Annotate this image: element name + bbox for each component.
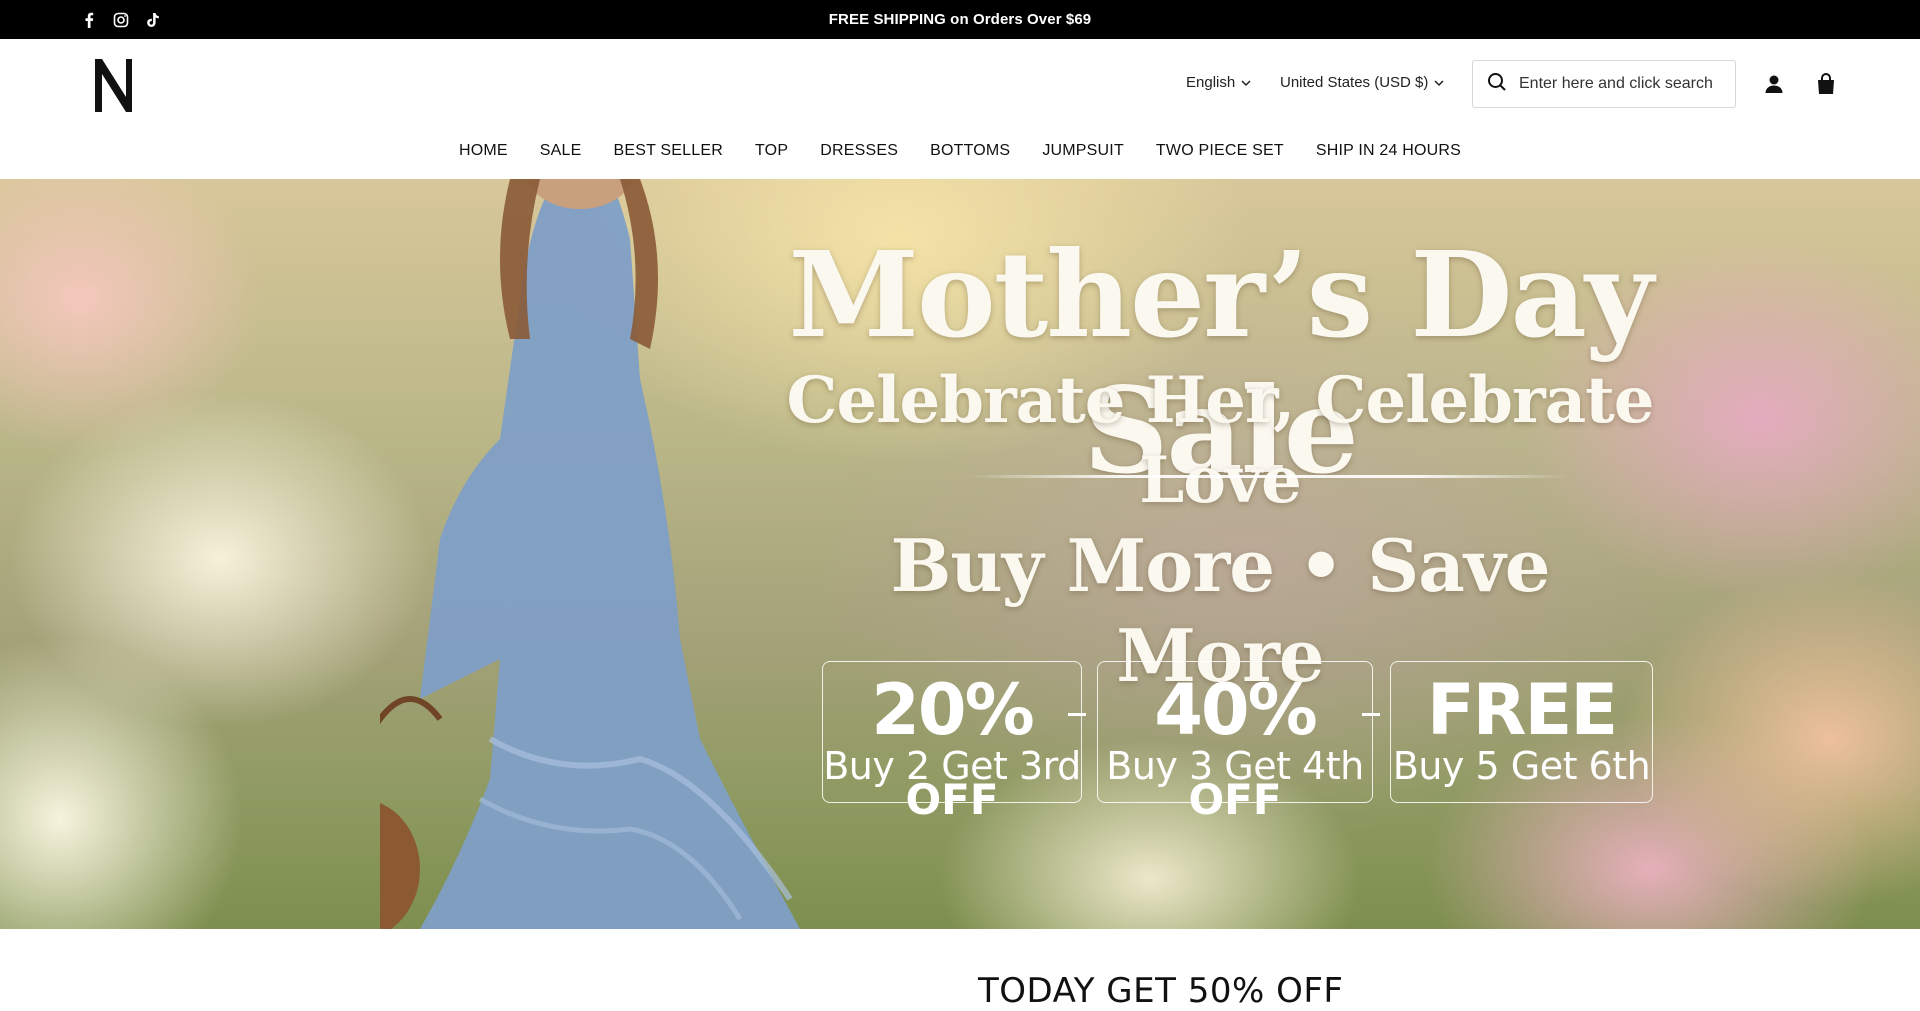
hero-subtitle: Celebrate Her, Celebrate Love [786,363,1655,518]
offer-card: 40% OFF Buy 3 Get 4th [1097,661,1373,824]
nav-sale[interactable]: SALE [524,139,598,163]
offer-condition: Buy 3 Get 4th [1106,744,1364,788]
nav-home[interactable]: HOME [443,139,524,163]
nav-best-seller[interactable]: BEST SELLER [597,139,739,163]
cart-bag-icon[interactable] [1814,72,1838,96]
offer-card: 20% OFF Buy 2 Get 3rd [822,661,1082,824]
language-value: English [1186,73,1236,91]
nav-bottoms[interactable]: BOTTOMS [914,139,1026,163]
currency-selector[interactable]: United States (USD $) [1280,72,1444,92]
offer-discount: FREE [1426,669,1618,751]
nav-jumpsuit[interactable]: JUMPSUIT [1026,139,1140,163]
search-icon[interactable] [1487,72,1507,97]
model-figure-image [380,179,800,929]
nav-ship-in-24-hours[interactable]: SHIP IN 24 HOURS [1300,139,1477,163]
nav-two-piece-set[interactable]: TWO PIECE SET [1140,139,1300,163]
promo-section: TODAY GET 50% OFF [0,929,1920,1011]
section-title: TODAY GET 50% OFF [978,971,1344,1011]
site-header: English United States (USD $) Enter here… [0,39,1920,179]
announcement-text: FREE SHIPPING on Orders Over $69 [828,11,1092,28]
offer-separator [1068,713,1086,716]
search-input[interactable]: Enter here and click search [1519,75,1713,93]
hero-banner[interactable]: Mother’s Day Sale Celebrate Her, Celebra… [0,179,1920,929]
nav-dresses[interactable]: DRESSES [804,139,914,163]
chevron-down-icon [1241,74,1251,91]
currency-value: United States (USD $) [1280,73,1429,91]
main-nav: HOME SALE BEST SELLER TOP DRESSES BOTTOM… [0,139,1920,163]
search-box[interactable]: Enter here and click search [1472,60,1736,108]
offer-condition: Buy 5 Get 6th [1392,744,1651,788]
nav-top[interactable]: TOP [739,139,804,163]
offer-condition: Buy 2 Get 3rd [823,744,1081,788]
brand-logo[interactable] [92,57,140,113]
chevron-down-icon [1434,74,1444,91]
offer-separator [1362,713,1380,716]
account-icon[interactable] [1762,72,1786,96]
offer-card: FREE Buy 5 Get 6th [1390,661,1653,803]
announcement-bar: FREE SHIPPING on Orders Over $69 [0,0,1920,39]
hero-divider [968,475,1568,478]
language-selector[interactable]: English [1186,72,1251,92]
